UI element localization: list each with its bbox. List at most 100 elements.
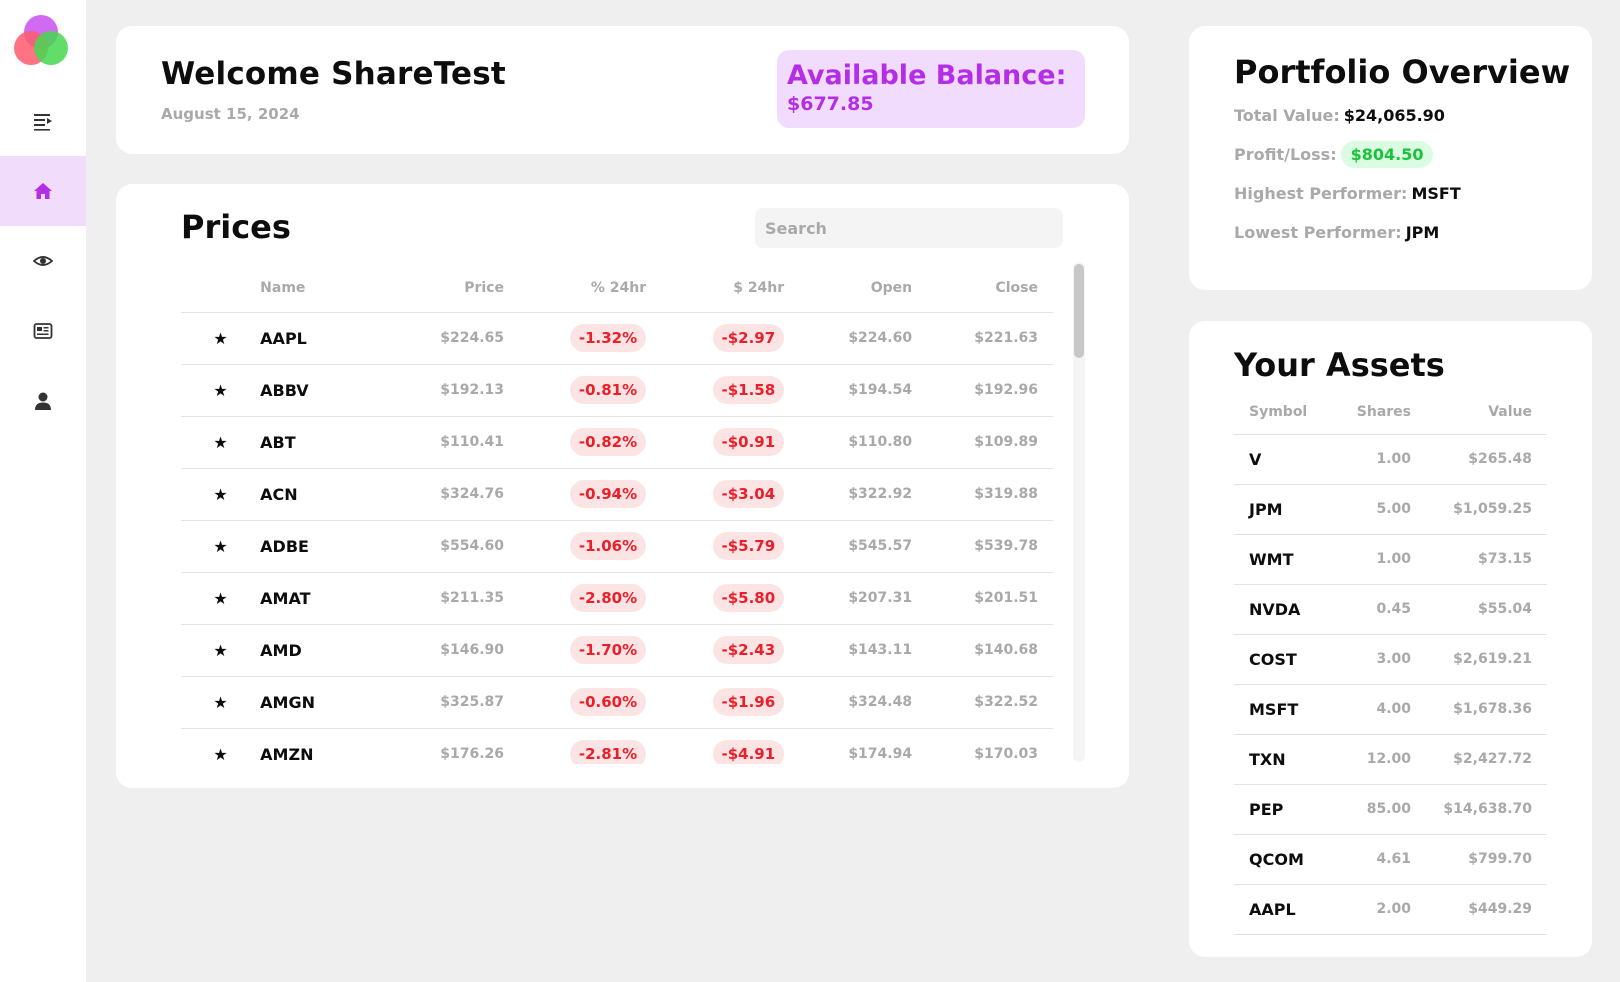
asset-row[interactable]: NVDA 0.45 $55.04: [1234, 584, 1547, 635]
app-logo[interactable]: [14, 15, 68, 67]
highest-performer-row: Highest Performer: MSFT: [1234, 184, 1461, 203]
close-price: $319.88: [927, 468, 1053, 521]
asset-shares: 85.00: [1339, 784, 1426, 835]
ticker-symbol[interactable]: AMAT: [260, 572, 398, 625]
ticker-symbol[interactable]: ABT: [260, 416, 398, 469]
asset-symbol[interactable]: WMT: [1234, 534, 1339, 585]
current-price: $176.26: [397, 728, 520, 764]
news-icon: [33, 323, 53, 339]
ticker-symbol[interactable]: ACN: [260, 468, 398, 521]
asset-symbol[interactable]: TXN: [1234, 734, 1339, 785]
usd-change-badge: -$1.96: [712, 688, 785, 716]
prices-scrollbar[interactable]: [1073, 262, 1085, 762]
price-row[interactable]: ★ ABBV $192.13 -0.81% -$1.58 $194.54 $192.96: [181, 364, 1053, 417]
favorite-star-icon[interactable]: ★: [181, 676, 261, 729]
asset-symbol[interactable]: QCOM: [1234, 834, 1339, 885]
current-price: $324.76: [397, 468, 520, 521]
asset-symbol[interactable]: PEP: [1234, 784, 1339, 835]
asset-value: $1,059.25: [1426, 484, 1547, 535]
total-value-label: Total Value:: [1234, 106, 1340, 125]
current-price: $211.35: [397, 572, 520, 625]
menu-icon: [34, 114, 52, 131]
usd-change-cell: -$5.79: [661, 520, 800, 573]
ticker-symbol[interactable]: AAPL: [260, 312, 398, 365]
pct-change-cell: -2.80%: [519, 572, 662, 625]
column-header-shares[interactable]: Shares: [1339, 391, 1426, 435]
usd-change-badge: -$0.91: [712, 428, 785, 456]
sidebar-item-home[interactable]: [0, 156, 86, 226]
menu-toggle-button[interactable]: [0, 86, 86, 156]
sidebar-item-watchlist[interactable]: [0, 226, 86, 296]
asset-row[interactable]: AAPL 2.00 $449.29: [1234, 884, 1547, 935]
price-row[interactable]: ★ ACN $324.76 -0.94% -$3.04 $322.92 $319.88: [181, 468, 1053, 521]
favorite-star-icon[interactable]: ★: [181, 364, 261, 417]
open-price: $207.31: [799, 572, 928, 625]
price-row[interactable]: ★ ABT $110.41 -0.82% -$0.91 $110.80 $109.89: [181, 416, 1053, 469]
asset-symbol[interactable]: AAPL: [1234, 884, 1339, 935]
asset-shares: 4.61: [1339, 834, 1426, 885]
asset-shares: 1.00: [1339, 534, 1426, 585]
asset-symbol[interactable]: NVDA: [1234, 584, 1339, 635]
ticker-symbol[interactable]: AMZN: [260, 728, 398, 764]
column-header-usd-24hr[interactable]: $ 24hr: [661, 264, 800, 313]
column-header-pct-24hr[interactable]: % 24hr: [519, 264, 662, 313]
user-icon: [35, 392, 51, 410]
favorite-star-icon[interactable]: ★: [181, 468, 261, 521]
favorite-star-icon[interactable]: ★: [181, 728, 261, 764]
open-price: $174.94: [799, 728, 928, 764]
asset-row[interactable]: QCOM 4.61 $799.70: [1234, 834, 1547, 885]
price-row[interactable]: ★ AMD $146.90 -1.70% -$2.43 $143.11 $140.68: [181, 624, 1053, 677]
price-row[interactable]: ★ ADBE $554.60 -1.06% -$5.79 $545.57 $539.78: [181, 520, 1053, 573]
pct-change-cell: -2.81%: [519, 728, 662, 764]
ticker-symbol[interactable]: ADBE: [260, 520, 398, 573]
asset-shares: 4.00: [1339, 684, 1426, 735]
column-header-value[interactable]: Value: [1426, 391, 1547, 435]
ticker-symbol[interactable]: AMGN: [260, 676, 398, 729]
column-header-symbol[interactable]: Symbol: [1234, 391, 1339, 435]
favorite-star-icon[interactable]: ★: [181, 624, 261, 677]
asset-row[interactable]: WMT 1.00 $73.15: [1234, 534, 1547, 585]
column-header-price[interactable]: Price: [397, 264, 520, 313]
asset-row[interactable]: V 1.00 $265.48: [1234, 434, 1547, 485]
ticker-symbol[interactable]: AMD: [260, 624, 398, 677]
open-price: $322.92: [799, 468, 928, 521]
prices-table-container[interactable]: Name Price % 24hr $ 24hr Open Close ★ AAP…: [181, 264, 1053, 764]
column-header-open[interactable]: Open: [799, 264, 928, 313]
available-balance-box: Available Balance: $677.85: [777, 50, 1085, 128]
asset-value: $449.29: [1426, 884, 1547, 935]
asset-symbol[interactable]: COST: [1234, 634, 1339, 685]
asset-symbol[interactable]: V: [1234, 434, 1339, 485]
price-row[interactable]: ★ AMAT $211.35 -2.80% -$5.80 $207.31 $201.51: [181, 572, 1053, 625]
asset-row[interactable]: JPM 5.00 $1,059.25: [1234, 484, 1547, 535]
asset-row[interactable]: PEP 85.00 $14,638.70: [1234, 784, 1547, 835]
sidebar-item-news[interactable]: [0, 296, 86, 366]
open-price: $545.57: [799, 520, 928, 573]
price-row[interactable]: ★ AMGN $325.87 -0.60% -$1.96 $324.48 $322.52: [181, 676, 1053, 729]
close-price: $539.78: [927, 520, 1053, 573]
asset-value: $799.70: [1426, 834, 1547, 885]
asset-row[interactable]: COST 3.00 $2,619.21: [1234, 634, 1547, 685]
column-header-close[interactable]: Close: [927, 264, 1053, 313]
sidebar-item-profile[interactable]: [0, 366, 86, 436]
close-price: $140.68: [927, 624, 1053, 677]
search-input[interactable]: [755, 208, 1063, 248]
asset-symbol[interactable]: MSFT: [1234, 684, 1339, 735]
price-row[interactable]: ★ AAPL $224.65 -1.32% -$2.97 $224.60 $221.63: [181, 312, 1053, 365]
asset-symbol[interactable]: JPM: [1234, 484, 1339, 535]
close-price: $201.51: [927, 572, 1053, 625]
asset-row[interactable]: TXN 12.00 $2,427.72: [1234, 734, 1547, 785]
prices-scrollbar-thumb[interactable]: [1074, 264, 1084, 358]
column-header-name[interactable]: Name: [260, 264, 398, 313]
lowest-performer-row: Lowest Performer: JPM: [1234, 223, 1439, 242]
pct-change-badge: -0.82%: [569, 428, 647, 456]
favorite-star-icon[interactable]: ★: [181, 312, 261, 365]
asset-row[interactable]: MSFT 4.00 $1,678.36: [1234, 684, 1547, 735]
favorite-star-icon[interactable]: ★: [181, 520, 261, 573]
favorite-star-icon[interactable]: ★: [181, 572, 261, 625]
current-price: $110.41: [397, 416, 520, 469]
favorite-star-icon[interactable]: ★: [181, 416, 261, 469]
price-row[interactable]: ★ AMZN $176.26 -2.81% -$4.91 $174.94 $170.03: [181, 728, 1053, 764]
ticker-symbol[interactable]: ABBV: [260, 364, 398, 417]
usd-change-cell: -$5.80: [661, 572, 800, 625]
pct-change-cell: -0.60%: [519, 676, 662, 729]
